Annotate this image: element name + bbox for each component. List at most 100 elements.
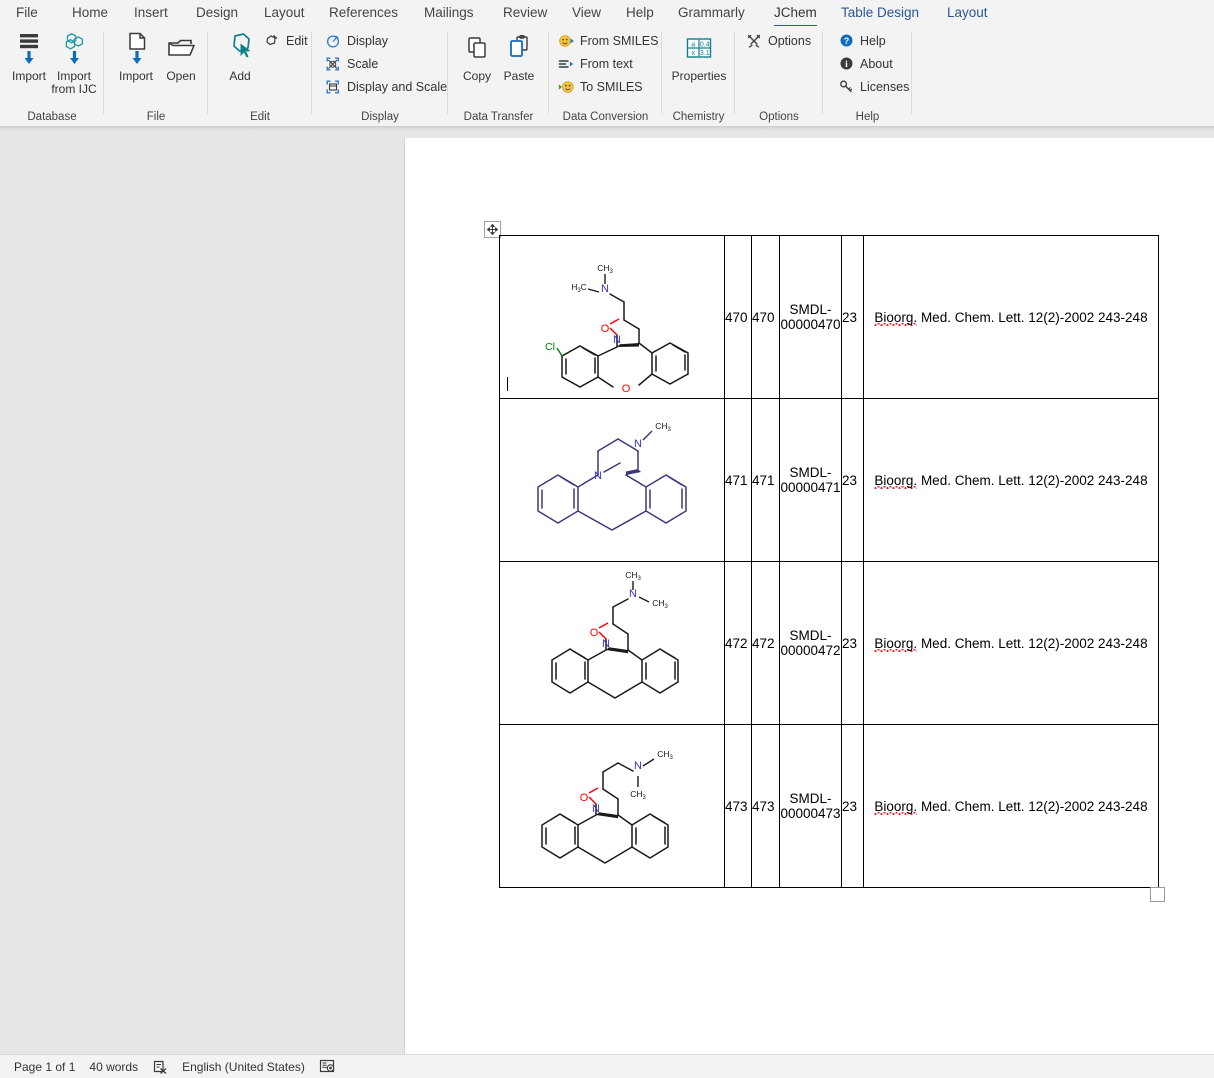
cell-code[interactable]: SMDL- 00000471	[780, 399, 842, 562]
ribbon-tab-file[interactable]: File	[10, 3, 44, 25]
edit-button[interactable]: Edit	[263, 29, 308, 52]
ribbon-tab-home[interactable]: Home	[66, 3, 114, 25]
status-page[interactable]: Page 1 of 1	[14, 1060, 75, 1074]
ribbon-tab-layout[interactable]: Layout	[258, 3, 311, 25]
group-separator	[911, 32, 912, 114]
ribbon-tab-table-design[interactable]: Table Design	[835, 3, 925, 25]
cell-index-2[interactable]: 470	[752, 236, 780, 399]
paste-icon	[493, 30, 545, 68]
status-word-count[interactable]: 40 words	[89, 1060, 138, 1074]
key-icon	[837, 78, 855, 96]
options-tools-icon	[745, 32, 763, 50]
table-row[interactable]: O N N CH3 CH3 472 472 SMDL- 00000472 23	[500, 562, 1159, 725]
ribbon-group-options-label: Options	[735, 111, 823, 123]
cell-reference[interactable]: Bioorg. Med. Chem. Lett. 12(2)-2002 243-…	[864, 399, 1159, 562]
atom-label-ch3-top: CH3	[597, 263, 613, 275]
table-row[interactable]: N N CH3 471 471 SMDL- 00000471 23 Bioor	[500, 399, 1159, 562]
scale-button[interactable]: Scale	[324, 52, 378, 75]
atom-label-ch3-a: CH3	[625, 570, 641, 582]
cell-index-1[interactable]: 473	[725, 725, 752, 888]
structure-cell[interactable]: O N N CH3 CH3	[500, 562, 725, 725]
cell-reference[interactable]: Bioorg. Med. Chem. Lett. 12(2)-2002 243-…	[864, 562, 1159, 725]
structure-table[interactable]: O N O Cl N CH3	[499, 235, 1159, 888]
cell-number[interactable]: 23	[842, 725, 864, 888]
ribbon-tab-help[interactable]: Help	[620, 3, 660, 25]
scale-button-label: Scale	[347, 57, 378, 71]
canvas-top-shadow	[0, 126, 1214, 131]
structure-cell[interactable]: O N O Cl N CH3	[500, 236, 725, 399]
add-button[interactable]: Add	[214, 30, 266, 83]
cell-code[interactable]: SMDL- 00000470	[780, 236, 842, 399]
to-smiles-button[interactable]: To SMILES	[557, 75, 643, 98]
cell-index-1[interactable]: 472	[725, 562, 752, 725]
ribbon-group-database: Import Import from IJC Datab	[0, 26, 104, 126]
paste-button[interactable]: Paste	[493, 30, 545, 83]
ribbon-group-display-label: Display	[312, 111, 448, 123]
cell-reference[interactable]: Bioorg. Med. Chem. Lett. 12(2)-2002 243-…	[864, 236, 1159, 399]
from-text-button[interactable]: From text	[557, 52, 633, 75]
table-resize-handle[interactable]	[1150, 887, 1165, 902]
table-row[interactable]: O N O Cl N CH3	[500, 236, 1159, 399]
cell-index-1[interactable]: 470	[725, 236, 752, 399]
properties-button[interactable]: a 0.4 x 3.1 Properties	[666, 30, 732, 83]
ribbon-group-edit: Add Edit Edit	[208, 26, 312, 126]
ribbon-body: Import Import from IJC Datab	[0, 26, 1214, 127]
ribbon-group-file-label: File	[104, 111, 208, 123]
cell-number[interactable]: 23	[842, 236, 864, 399]
cell-index-1[interactable]: 471	[725, 399, 752, 562]
table-row[interactable]: O N N CH3 CH3 473 473 SMDL- 00000473 23	[500, 725, 1159, 888]
structure-cell[interactable]: N N CH3	[500, 399, 725, 562]
import-from-ijc-button[interactable]: Import from IJC	[48, 30, 100, 95]
ribbon-group-file: Import Open File	[104, 26, 208, 126]
atom-label-n-ring: N	[592, 803, 600, 815]
help-circle-icon: ?	[837, 32, 855, 50]
cell-index-2[interactable]: 473	[752, 725, 780, 888]
reading-view-icon[interactable]	[319, 1059, 336, 1074]
structure-472: O N N CH3 CH3	[500, 562, 724, 724]
atom-label-n-bottom: N	[594, 470, 602, 482]
help-button[interactable]: ? Help	[837, 29, 886, 52]
ribbon-tab-review[interactable]: Review	[497, 3, 553, 25]
open-file-button[interactable]: Open	[155, 30, 207, 83]
ribbon-tab-grammarly[interactable]: Grammarly	[672, 3, 751, 25]
ribbon-tab-jchem[interactable]: JChem	[768, 3, 823, 25]
cell-index-2[interactable]: 472	[752, 562, 780, 725]
cell-code[interactable]: SMDL- 00000472	[780, 562, 842, 725]
proofing-errors-icon[interactable]	[152, 1059, 168, 1075]
cell-reference[interactable]: Bioorg. Med. Chem. Lett. 12(2)-2002 243-…	[864, 725, 1159, 888]
ribbon-tab-view[interactable]: View	[566, 3, 607, 25]
ribbon-group-data-conversion: From SMILES From text	[549, 26, 662, 126]
to-smiles-icon	[557, 78, 575, 96]
display-and-scale-button[interactable]: Display and Scale	[324, 75, 447, 98]
ribbon-tab-mailings[interactable]: Mailings	[418, 3, 480, 25]
about-button[interactable]: i About	[837, 52, 893, 75]
cell-code[interactable]: SMDL- 00000473	[780, 725, 842, 888]
code-line-1: SMDL- 00000471	[780, 465, 840, 496]
reference-text: Med. Chem. Lett. 12(2)-2002 243-248	[917, 310, 1147, 325]
misspelled-word: Bioorg.	[874, 636, 917, 653]
code-line-1: SMDL- 00000470	[780, 302, 840, 333]
status-language[interactable]: English (United States)	[182, 1060, 305, 1074]
licenses-button[interactable]: Licenses	[837, 75, 909, 98]
from-smiles-button[interactable]: From SMILES	[557, 29, 659, 52]
cell-index-2[interactable]: 471	[752, 399, 780, 562]
structure-471: N N CH3	[500, 399, 724, 561]
display-button[interactable]: Display	[324, 29, 388, 52]
ribbon-group-data-conversion-label: Data Conversion	[549, 111, 662, 123]
structure-cell[interactable]: O N N CH3 CH3	[500, 725, 725, 888]
structure-470: O N O Cl N CH3	[500, 236, 724, 398]
ribbon-group-edit-label: Edit	[208, 111, 312, 123]
ribbon-tab-insert[interactable]: Insert	[128, 3, 174, 25]
cell-number[interactable]: 23	[842, 399, 864, 562]
ribbon-tab-references[interactable]: References	[323, 3, 404, 25]
ribbon-tab-layout[interactable]: Layout	[941, 3, 994, 25]
cell-number[interactable]: 23	[842, 562, 864, 725]
atom-label-o-ring: O	[601, 323, 610, 335]
structure-473: O N N CH3 CH3	[500, 725, 724, 887]
svg-text:a: a	[691, 41, 695, 48]
misspelled-word: Bioorg.	[874, 310, 917, 327]
options-button[interactable]: Options	[745, 29, 811, 52]
display-button-label: Display	[347, 34, 388, 48]
svg-text:i: i	[845, 60, 848, 70]
ribbon-tab-design[interactable]: Design	[190, 3, 244, 25]
